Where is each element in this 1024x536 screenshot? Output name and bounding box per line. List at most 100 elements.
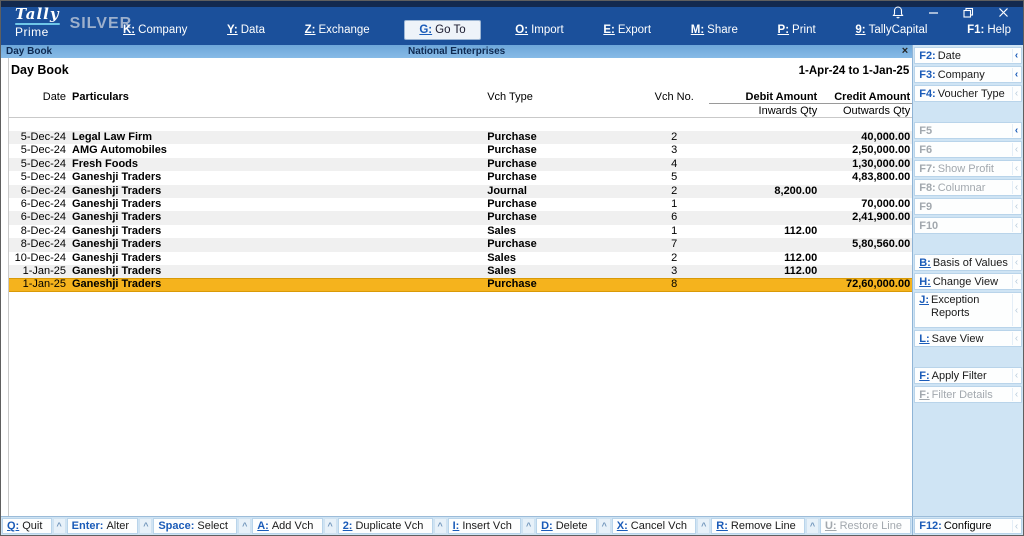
table-row[interactable]: 8-Dec-24 Ganeshji Traders Purchase 7 5,8… — [9, 238, 912, 251]
sidebar-button-f6[interactable]: F6 ‹ — [914, 141, 1022, 158]
configure-key: F12: — [919, 520, 942, 532]
caret-separator-icon[interactable]: ^ — [434, 518, 447, 534]
table-row[interactable]: 6-Dec-24 Ganeshji Traders Journal 2 8,20… — [9, 185, 912, 198]
menu-item-company[interactable]: K:Company — [119, 22, 191, 38]
sidebar-button-apply-filter[interactable]: F: Apply Filter ‹ — [914, 367, 1022, 384]
sidebar-button-save-view[interactable]: L: Save View ‹ — [914, 330, 1022, 347]
sidebar-button-label: Voucher Type — [938, 88, 1005, 100]
bottom-action-insert-vch[interactable]: I: Insert Vch — [448, 518, 522, 534]
cell-date: 8-Dec-24 — [9, 225, 66, 238]
configure-button[interactable]: F12: Configure ‹ — [914, 518, 1022, 534]
cell-credit-amount: 5,80,560.00 — [817, 238, 912, 251]
cell-date: 5-Dec-24 — [9, 158, 66, 171]
sidebar-button-f9[interactable]: F9 ‹ — [914, 198, 1022, 215]
table-row[interactable]: 10-Dec-24 Ganeshji Traders Sales 2 112.0… — [9, 252, 912, 265]
sidebar-button-label: Apply Filter — [932, 370, 987, 382]
menu-item-help[interactable]: F1:Help — [963, 22, 1015, 38]
sidebar-button-basis-of-values[interactable]: B: Basis of Values ‹ — [914, 254, 1022, 271]
bottom-action-remove-line[interactable]: R: Remove Line — [711, 518, 805, 534]
caret-separator-icon[interactable]: ^ — [139, 518, 152, 534]
sidebar-button-columnar[interactable]: F8: Columnar ‹ — [914, 179, 1022, 196]
table-row[interactable]: 1-Jan-25 Ganeshji Traders Sales 3 112.00 — [9, 265, 912, 278]
cell-credit-amount: 72,60,000.00 — [817, 278, 912, 291]
menu-item-go-to[interactable]: G:Go To — [405, 21, 479, 39]
caret-separator-icon[interactable]: ^ — [806, 518, 819, 534]
report-period[interactable]: 1-Apr-24 to 1-Jan-25 — [799, 65, 910, 77]
cell-credit-amount — [817, 185, 912, 198]
bottom-action-add-vch[interactable]: A: Add Vch — [252, 518, 322, 534]
bottom-action-cancel-vch[interactable]: X: Cancel Vch — [612, 518, 697, 534]
cell-vch-type: Purchase — [487, 171, 639, 184]
cell-vch-type: Sales — [487, 265, 639, 278]
caret-separator-icon[interactable]: ^ — [238, 518, 251, 534]
cell-particulars: AMG Automobiles — [66, 144, 487, 157]
restore-icon[interactable] — [963, 7, 974, 18]
col-header-date: Date — [9, 90, 66, 104]
cell-debit-amount — [709, 131, 817, 144]
caret-separator-icon[interactable]: ^ — [598, 518, 611, 534]
table-row[interactable]: 5-Dec-24 Ganeshji Traders Purchase 5 4,8… — [9, 171, 912, 184]
menu-item-export[interactable]: E:Export — [599, 22, 655, 38]
bottom-action-delete[interactable]: D: Delete — [536, 518, 597, 534]
bottom-action-alter[interactable]: Enter: Alter — [67, 518, 139, 534]
sidebar-button-company[interactable]: F3: Company ‹ — [914, 66, 1022, 83]
breadcrumb: Day Book National Enterprises × — [1, 45, 912, 58]
cell-debit-amount — [709, 278, 817, 291]
bottom-action-restore-line[interactable]: U: Restore Line — [820, 518, 911, 534]
sidebar-button-filter-details[interactable]: F: Filter Details ‹ — [914, 386, 1022, 403]
menu-item-data[interactable]: Y:Data — [223, 22, 269, 38]
menu-item-share[interactable]: M:Share — [687, 22, 742, 38]
table-row[interactable]: 8-Dec-24 Ganeshji Traders Sales 1 112.00 — [9, 225, 912, 238]
cell-vch-no: 4 — [639, 158, 709, 171]
table-row[interactable]: 6-Dec-24 Ganeshji Traders Purchase 1 70,… — [9, 198, 912, 211]
chevron-left-icon: ‹ — [1012, 275, 1020, 288]
close-icon[interactable] — [998, 7, 1009, 18]
sidebar-button-show-profit[interactable]: F7: Show Profit ‹ — [914, 160, 1022, 177]
menu-key: O: — [515, 24, 528, 36]
sidebar-button-key: F2: — [919, 50, 936, 62]
sidebar-button-key: F7: — [919, 163, 936, 175]
cell-debit-amount: 112.00 — [709, 225, 817, 238]
menu-item-tallycapital[interactable]: 9:TallyCapital — [851, 22, 931, 38]
bottom-action-label: Cancel Vch — [631, 520, 687, 532]
configure-label: Configure — [944, 520, 992, 532]
caret-separator-icon[interactable]: ^ — [324, 518, 337, 534]
bottom-action-quit[interactable]: Q: Quit — [2, 518, 52, 534]
menu-item-import[interactable]: O:Import — [511, 22, 567, 38]
table-row[interactable]: 5-Dec-24 Fresh Foods Purchase 4 1,30,000… — [9, 158, 912, 171]
table-row[interactable]: 5-Dec-24 Legal Law Firm Purchase 2 40,00… — [9, 131, 912, 144]
cell-particulars: Ganeshji Traders — [66, 278, 487, 291]
menu-item-print[interactable]: P:Print — [774, 22, 820, 38]
sidebar-button-change-view[interactable]: H: Change View ‹ — [914, 273, 1022, 290]
table-row[interactable]: 6-Dec-24 Ganeshji Traders Purchase 6 2,4… — [9, 211, 912, 224]
notification-bell-icon[interactable] — [892, 6, 904, 19]
minimize-icon[interactable] — [928, 7, 939, 18]
sidebar-button-f5[interactable]: F5 ‹ — [914, 122, 1022, 139]
sidebar-button-date[interactable]: F2: Date ‹ — [914, 47, 1022, 64]
chevron-left-icon: ‹ — [1012, 49, 1020, 62]
sidebar-button-label: Show Profit — [938, 163, 994, 175]
sidebar-button-voucher-type[interactable]: F4: Voucher Type ‹ — [914, 85, 1022, 102]
bottom-action-duplicate-vch[interactable]: 2: Duplicate Vch — [338, 518, 433, 534]
breadcrumb-report-name: Day Book — [6, 46, 52, 57]
caret-separator-icon[interactable]: ^ — [522, 518, 535, 534]
menu-item-exchange[interactable]: Z:Exchange — [301, 22, 374, 38]
sidebar-button-exception-reports[interactable]: J: Exception Reports ‹ — [914, 292, 1022, 328]
cell-date: 5-Dec-24 — [9, 171, 66, 184]
cell-credit-amount: 1,30,000.00 — [817, 158, 912, 171]
table-row[interactable]: 5-Dec-24 AMG Automobiles Purchase 3 2,50… — [9, 144, 912, 157]
bottom-action-select[interactable]: Space: Select — [153, 518, 237, 534]
sidebar-button-label: Exception Reports — [931, 294, 1011, 320]
cell-vch-no: 1 — [639, 225, 709, 238]
cell-particulars: Ganeshji Traders — [66, 225, 487, 238]
caret-separator-icon[interactable]: ^ — [53, 518, 66, 534]
cell-date: 5-Dec-24 — [9, 144, 66, 157]
caret-separator-icon[interactable]: ^ — [697, 518, 710, 534]
table-row[interactable]: 1-Jan-25 Ganeshji Traders Purchase 8 72,… — [9, 278, 912, 291]
sidebar-button-f10[interactable]: F10 ‹ — [914, 217, 1022, 234]
bottom-action-key: Enter: — [72, 520, 104, 532]
chevron-left-icon: ‹ — [1012, 162, 1020, 175]
menu-label: Help — [987, 24, 1011, 36]
cell-vch-no: 2 — [639, 185, 709, 198]
breadcrumb-close-icon[interactable]: × — [902, 45, 908, 58]
